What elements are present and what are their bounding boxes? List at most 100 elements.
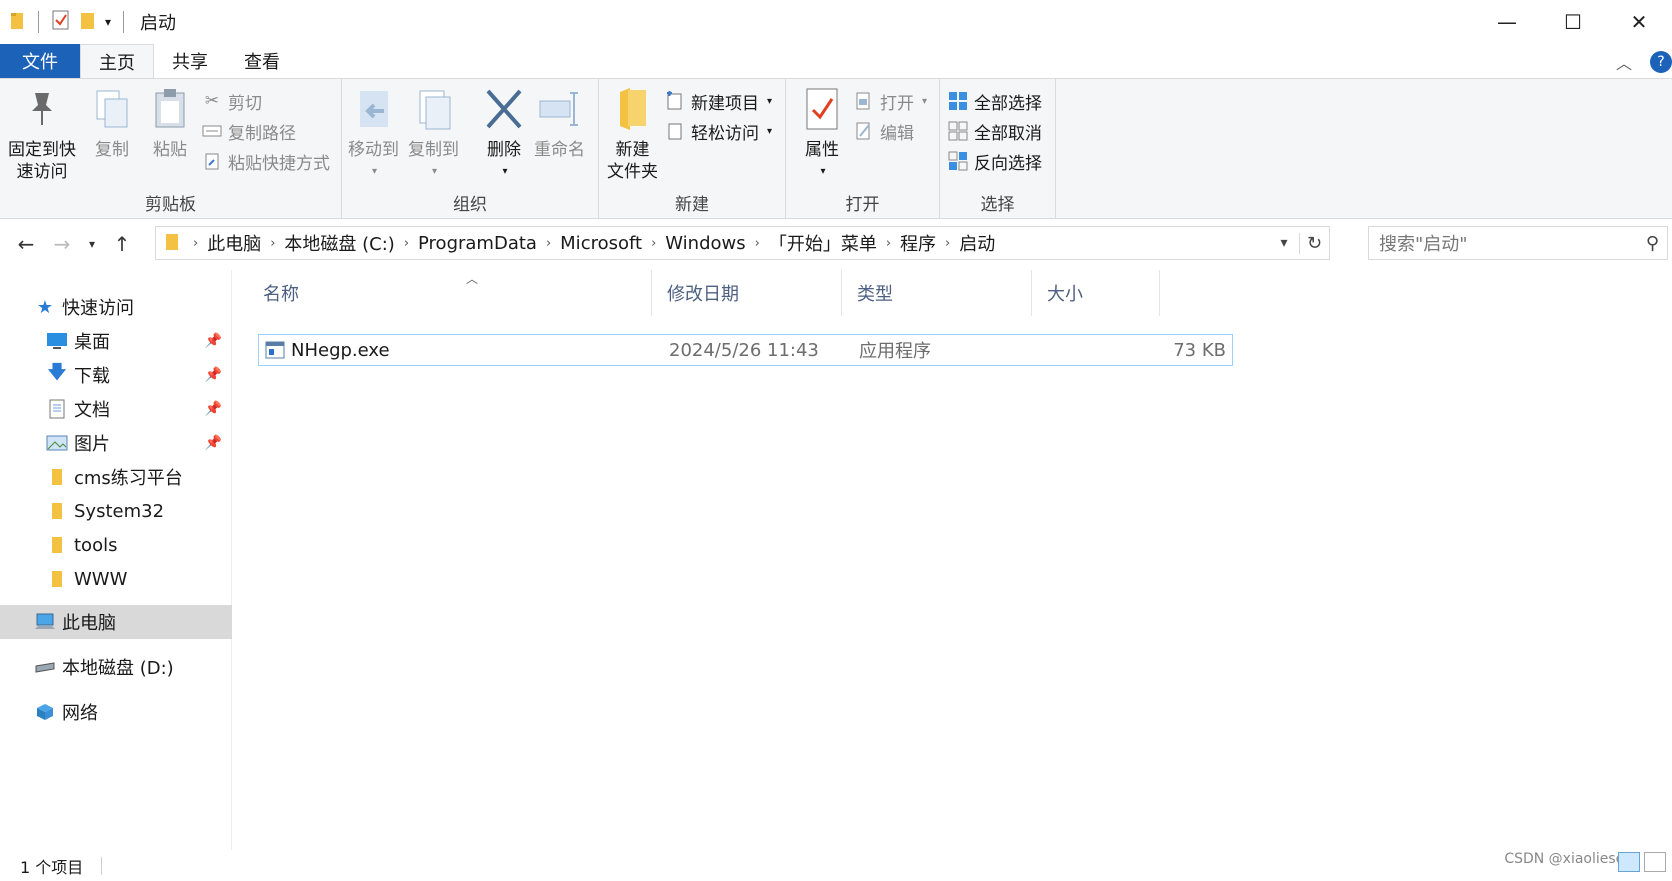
breadcrumb: › 此电脑 › 本地磁盘 (C:) › ProgramData › Micros…: [184, 230, 995, 256]
up-arrow-icon[interactable]: ↑: [104, 226, 140, 262]
chevron-right-icon[interactable]: ›: [404, 236, 409, 251]
paste-shortcut-button[interactable]: 粘贴快捷方式: [202, 147, 330, 175]
delete-button[interactable]: 删除 ▾: [482, 85, 526, 183]
address-folder-icon: [164, 231, 180, 256]
search-box[interactable]: 搜索"启动" ⚲: [1368, 226, 1668, 260]
cut-button[interactable]: ✂ 剪切: [202, 87, 262, 115]
customize-qat-icon[interactable]: ▾: [105, 15, 111, 29]
nav-drive-d-label: 本地磁盘 (D:): [62, 658, 174, 679]
collapse-ribbon-icon[interactable]: ︿: [1616, 50, 1632, 74]
nav-item-label: 桌面: [74, 332, 110, 353]
select-none-button[interactable]: 全部取消: [948, 117, 1042, 145]
file-row[interactable]: NHegp.exe 2024/5/26 11:43 应用程序 73 KB: [258, 334, 1233, 366]
pin-icon[interactable]: 📌: [205, 367, 222, 383]
nav-network[interactable]: 网络: [0, 695, 232, 729]
copy-path-button[interactable]: 复制路径: [202, 117, 296, 145]
breadcrumb-microsoft[interactable]: Microsoft: [560, 233, 642, 254]
pin-icon[interactable]: 📌: [205, 401, 222, 417]
breadcrumb-windows[interactable]: Windows: [665, 233, 745, 254]
paste-button[interactable]: 粘贴: [148, 85, 192, 161]
nav-item-pictures[interactable]: 图片 📌: [0, 426, 232, 460]
pin-icon: [20, 85, 64, 133]
forward-arrow-icon[interactable]: →: [44, 226, 80, 262]
details-view-icon[interactable]: [1618, 852, 1640, 872]
chevron-down-icon: ▾: [371, 166, 378, 177]
help-icon[interactable]: ?: [1650, 51, 1672, 73]
address-bar[interactable]: › 此电脑 › 本地磁盘 (C:) › ProgramData › Micros…: [155, 226, 1330, 260]
breadcrumb-programs[interactable]: 程序: [900, 230, 936, 256]
new-folder-icon: [611, 85, 655, 133]
nav-drive-d[interactable]: 本地磁盘 (D:): [0, 650, 232, 684]
chevron-right-icon[interactable]: ›: [270, 236, 275, 251]
breadcrumb-programdata[interactable]: ProgramData: [418, 233, 537, 254]
search-icon[interactable]: ⚲: [1646, 233, 1659, 254]
nav-quick-access-label: 快速访问: [62, 298, 134, 319]
copy-to-button[interactable]: 复制到 ▾: [408, 85, 459, 183]
nav-quick-access[interactable]: ★ 快速访问: [0, 290, 232, 324]
properties-checkmark-icon: [800, 85, 844, 133]
select-all-button[interactable]: 全部选择: [948, 87, 1042, 115]
chevron-right-icon[interactable]: ›: [886, 236, 891, 251]
column-header-size[interactable]: 大小: [1032, 270, 1160, 316]
pin-label-line1: 固定到快: [8, 140, 76, 160]
breadcrumb-startup[interactable]: 启动: [959, 230, 995, 256]
copy-button[interactable]: 复制: [90, 85, 134, 161]
tab-home[interactable]: 主页: [80, 44, 154, 78]
close-button[interactable]: ✕: [1606, 0, 1672, 44]
nav-item-folder[interactable]: tools: [0, 528, 232, 562]
large-icons-view-icon[interactable]: [1644, 852, 1666, 872]
invert-selection-button[interactable]: 反向选择: [948, 147, 1042, 175]
tab-share[interactable]: 共享: [154, 44, 226, 78]
refresh-icon[interactable]: ↻: [1299, 232, 1329, 254]
nav-item-downloads[interactable]: 🡇 下载 📌: [0, 358, 232, 392]
move-to-button[interactable]: 移动到 ▾: [348, 85, 399, 183]
open-label: 打开: [880, 93, 914, 114]
new-folder-qat-icon[interactable]: [79, 10, 97, 35]
column-header-name[interactable]: 名称: [248, 270, 652, 316]
new-group: 新建 文件夹 新建项目 ▾ 轻松访问 ▾ 新建: [599, 79, 786, 219]
pin-icon[interactable]: 📌: [205, 333, 222, 349]
toolbar-divider: [38, 11, 39, 33]
organize-group-label: 组织: [453, 195, 487, 215]
chevron-right-icon[interactable]: ›: [193, 236, 198, 251]
back-arrow-icon[interactable]: ←: [8, 226, 44, 262]
pin-to-quick-access-button[interactable]: 固定到快 速访问: [8, 85, 76, 183]
tab-file[interactable]: 文件: [0, 44, 80, 78]
nav-item-folder[interactable]: cms练习平台: [0, 460, 232, 494]
chevron-right-icon[interactable]: ›: [651, 236, 656, 251]
chevron-right-icon[interactable]: ›: [945, 236, 950, 251]
chevron-right-icon[interactable]: ›: [546, 236, 551, 251]
open-button[interactable]: 打开 ▾: [854, 87, 927, 115]
properties-qat-icon[interactable]: [51, 9, 71, 36]
tab-view[interactable]: 查看: [226, 44, 298, 78]
folder-icon: [46, 568, 68, 590]
copy-to-label: 复制到: [408, 140, 459, 160]
breadcrumb-start-menu[interactable]: 「开始」菜单: [769, 230, 877, 256]
properties-button[interactable]: 属性 ▾: [800, 85, 844, 183]
column-header-name-label: 名称: [263, 284, 299, 305]
new-folder-button[interactable]: 新建 文件夹: [607, 85, 658, 183]
nav-this-pc[interactable]: 此电脑: [0, 605, 232, 639]
edit-button[interactable]: 编辑: [854, 117, 914, 145]
breadcrumb-local-disk-c[interactable]: 本地磁盘 (C:): [284, 230, 394, 256]
paste-icon: [148, 85, 192, 133]
nav-item-folder[interactable]: System32: [0, 494, 232, 528]
nav-item-desktop[interactable]: 桌面 📌: [0, 324, 232, 358]
chevron-right-icon[interactable]: ›: [755, 236, 760, 251]
address-dropdown-chevron-icon[interactable]: ▾: [1269, 235, 1299, 251]
search-input[interactable]: 搜索"启动": [1379, 230, 1468, 256]
pin-icon[interactable]: 📌: [205, 435, 222, 451]
rename-button[interactable]: 重命名: [534, 85, 585, 161]
paste-label: 粘贴: [153, 140, 187, 160]
easy-access-button[interactable]: 轻松访问 ▾: [665, 117, 772, 145]
recent-locations-chevron-icon[interactable]: ▾: [80, 226, 104, 262]
column-header-modified[interactable]: 修改日期: [652, 270, 842, 316]
maximize-button[interactable]: ☐: [1540, 0, 1606, 44]
nav-item-folder[interactable]: WWW: [0, 562, 232, 596]
minimize-button[interactable]: —: [1474, 0, 1540, 44]
nav-item-documents[interactable]: 文档 📌: [0, 392, 232, 426]
column-header-type[interactable]: 类型: [842, 270, 1032, 316]
download-icon: 🡇: [47, 362, 67, 383]
new-item-button[interactable]: 新建项目 ▾: [665, 87, 772, 115]
breadcrumb-this-pc[interactable]: 此电脑: [207, 230, 261, 256]
